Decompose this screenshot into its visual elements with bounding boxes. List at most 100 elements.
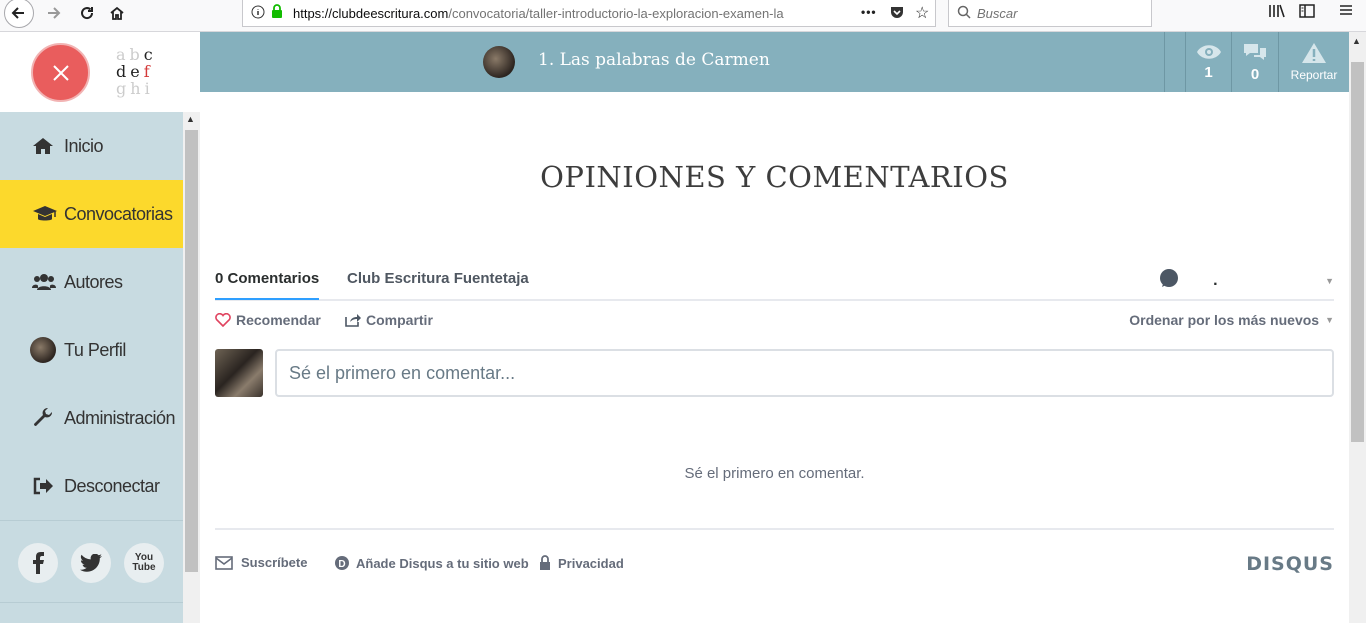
sign-out-icon <box>32 477 64 495</box>
pocket-icon[interactable] <box>889 4 905 23</box>
share-button[interactable]: Compartir <box>345 312 433 328</box>
sort-label: Ordenar por los más nuevos <box>1129 312 1320 328</box>
comments-count: 0 <box>1250 65 1260 83</box>
wrench-icon <box>32 407 64 429</box>
facebook-icon <box>33 552 44 574</box>
scroll-up-icon[interactable]: ▲ <box>1352 36 1361 46</box>
url-text: https://clubdeescritura.com/convocatoria… <box>293 6 823 21</box>
sidebar-item-convocatorias[interactable]: Convocatorias <box>0 180 183 248</box>
sidebar-scrollbar[interactable]: ▲ <box>183 112 200 623</box>
page-title: OPINIONES Y COMENTARIOS <box>540 160 1009 194</box>
sidebar-item-administracion[interactable]: Administración <box>0 384 183 452</box>
subscribe-link[interactable]: Suscríbete <box>215 555 307 570</box>
envelope-icon <box>215 555 233 570</box>
twitter-button[interactable] <box>71 543 111 583</box>
comment-actions: Recomendar Compartir Ordenar por los más… <box>215 312 1334 332</box>
sidebar-item-label: Desconectar <box>64 475 160 496</box>
search-icon <box>957 5 971 22</box>
lock-icon <box>540 555 550 570</box>
sidebar-item-label: Administración <box>64 407 176 428</box>
sidebar-item-inicio[interactable]: Inicio <box>0 112 183 180</box>
close-button[interactable] <box>31 43 90 102</box>
user-avatar[interactable] <box>215 349 263 397</box>
eye-icon <box>1196 44 1221 59</box>
logo[interactable]: abc def ghi <box>116 46 157 97</box>
sidebar-toggle-icon[interactable] <box>1299 3 1315 23</box>
share-icon <box>345 314 361 327</box>
forward-button[interactable] <box>38 0 68 26</box>
disqus-logo[interactable]: DISQUS <box>1246 553 1334 575</box>
reload-icon <box>81 7 94 20</box>
home-button[interactable] <box>102 0 132 26</box>
user-menu[interactable]: . ▼ <box>1159 268 1334 293</box>
comments-icon <box>1244 43 1266 60</box>
more-actions-icon[interactable]: ••• <box>861 5 877 19</box>
search-bar[interactable]: Buscar <box>948 0 1152 27</box>
sidebar-item-label: Tu Perfil <box>64 339 126 360</box>
sidebar-item-autores[interactable]: Autores <box>0 248 183 316</box>
tab-comments[interactable]: 0 Comentarios <box>215 270 320 300</box>
menu-icon[interactable] <box>1339 3 1353 21</box>
sidebar-item-tu-perfil[interactable]: Tu Perfil <box>0 316 183 384</box>
heart-icon <box>215 313 231 327</box>
add-disqus-link[interactable]: D Añade Disqus a tu sitio web <box>334 555 529 571</box>
graduation-cap-icon <box>32 205 64 223</box>
author-avatar[interactable] <box>483 46 515 78</box>
comment-input[interactable]: Sé el primero en comentar... <box>275 349 1334 397</box>
users-icon <box>32 273 64 291</box>
sort-dropdown[interactable]: Ordenar por los más nuevos ▼ <box>1129 312 1334 328</box>
arrow-right-icon <box>48 7 61 19</box>
page-scrollbar[interactable]: ▲ <box>1349 32 1366 623</box>
sidebar-item-label: Autores <box>64 271 123 292</box>
page-scrollbar-thumb[interactable] <box>1351 62 1364 442</box>
info-icon[interactable] <box>251 5 265 22</box>
warning-icon <box>1302 43 1326 63</box>
logo-letter: h <box>130 79 145 98</box>
share-label: Compartir <box>366 312 433 328</box>
url-domain: https://clubdeescritura.com <box>293 5 449 21</box>
back-button[interactable] <box>4 0 34 28</box>
sidebar-item-desconectar[interactable]: Desconectar <box>0 452 183 520</box>
scroll-up-icon[interactable]: ▲ <box>186 114 195 124</box>
url-bar[interactable]: https://clubdeescritura.com/convocatoria… <box>242 0 936 27</box>
recommend-button[interactable]: Recomendar <box>215 312 321 328</box>
report-button[interactable]: Reportar <box>1279 32 1349 92</box>
empty-comments-message: Sé el primero en comentar. <box>684 465 865 482</box>
library-icon[interactable] <box>1268 3 1286 23</box>
twitter-icon <box>80 554 102 572</box>
avatar <box>30 337 64 363</box>
tab-community[interactable]: Club Escritura Fuentetaja <box>347 270 529 287</box>
disqus-footer: Suscríbete D Añade Disqus a tu sitio web… <box>215 528 1334 578</box>
report-label: Reportar <box>1290 68 1338 82</box>
youtube-icon: You Tube <box>132 552 156 573</box>
recommend-label: Recomendar <box>236 312 321 328</box>
sidebar: abc def ghi Inicio Convocatorias Autores <box>0 32 200 623</box>
url-path: /convocatoria/taller-introductorio-la-ex… <box>448 5 784 21</box>
user-name: . <box>1213 271 1218 289</box>
add-disqus-label: Añade Disqus a tu sitio web <box>356 555 529 571</box>
chevron-down-icon: ▼ <box>1325 315 1334 325</box>
chevron-down-icon: ▼ <box>1325 275 1334 286</box>
entry-header: 1. Las palabras de Carmen 1 0 Reportar <box>200 32 1349 92</box>
sidebar-item-label: Convocatorias <box>64 203 173 224</box>
sidebar-item-label: Inicio <box>64 135 104 156</box>
youtube-button[interactable]: You Tube <box>124 543 164 583</box>
sidebar-scrollbar-thumb[interactable] <box>185 130 198 572</box>
notification-icon[interactable] <box>1159 268 1179 293</box>
privacy-link[interactable]: Privacidad <box>539 555 624 571</box>
bookmark-star-icon[interactable]: ☆ <box>915 3 929 23</box>
facebook-button[interactable] <box>18 543 58 583</box>
svg-text:D: D <box>338 559 345 570</box>
reload-button[interactable] <box>72 0 102 26</box>
logo-letter: i <box>144 79 154 98</box>
views-counter: 1 <box>1186 32 1231 92</box>
close-icon <box>52 64 69 81</box>
home-icon <box>110 6 124 20</box>
subscribe-label: Suscríbete <box>241 555 308 570</box>
arrow-left-icon <box>11 7 24 19</box>
sidebar-menu: Inicio Convocatorias Autores Tu Perfil A… <box>0 112 183 520</box>
comment-composer: Sé el primero en comentar... <box>215 348 1334 398</box>
sidebar-footer <box>0 602 183 623</box>
search-placeholder: Buscar <box>977 5 1018 21</box>
social-links: You Tube <box>0 520 183 602</box>
